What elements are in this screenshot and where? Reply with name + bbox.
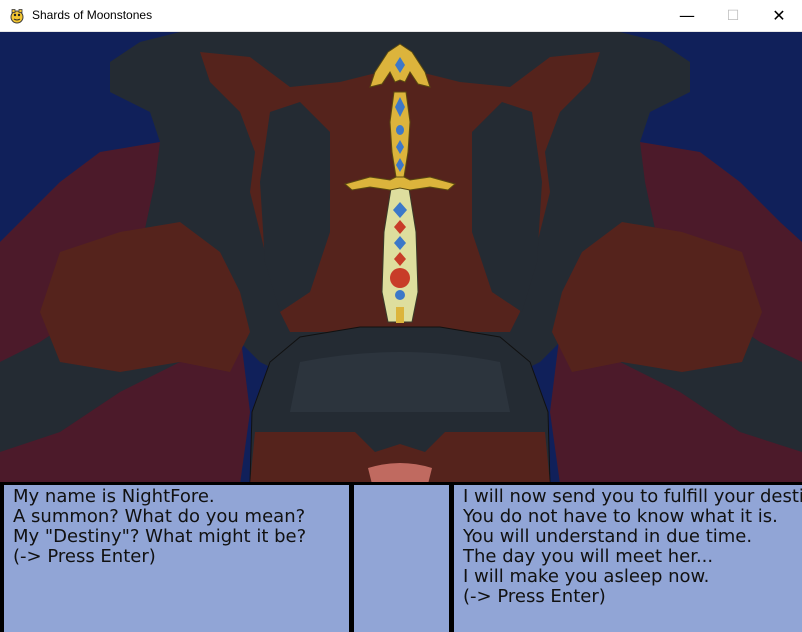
- maximize-icon: ☐: [726, 7, 740, 24]
- blade-gem-6: [395, 290, 405, 300]
- blade-gem-5: [390, 268, 410, 288]
- window-title: Shards of Moonstones: [32, 8, 153, 22]
- dialog-line: I will make you asleep now.: [463, 566, 710, 587]
- dialog-line: The day you will meet her...: [463, 546, 714, 567]
- title-bar[interactable]: Shards of Moonstones — ☐ ✕: [0, 0, 802, 32]
- dialog-line: (-> Press Enter): [13, 546, 156, 567]
- right-dialog-box: I will now send you to fulfill your dest…: [454, 485, 802, 632]
- left-dialog-box: My name is NightFore. A summon? What do …: [4, 485, 349, 632]
- game-scene[interactable]: [0, 32, 802, 484]
- minimize-button[interactable]: —: [664, 0, 710, 31]
- pygame-snake-icon: [10, 9, 24, 24]
- middle-dialog-box: [354, 485, 449, 632]
- dialog-line: You will understand in due time.: [463, 526, 753, 547]
- dialog-line: My "Destiny"? What might it be?: [13, 526, 307, 547]
- minimize-icon: —: [679, 6, 695, 25]
- right-dialog-text: I will now send you to fulfill your dest…: [463, 487, 802, 607]
- blade-tip-band: [396, 307, 404, 323]
- dialog-line: I will now send you to fulfill your dest…: [463, 486, 802, 507]
- sword-in-stone-icon: [0, 32, 802, 484]
- maximize-button[interactable]: ☐: [710, 0, 756, 31]
- close-icon: ✕: [772, 6, 786, 25]
- dialog-line: You do not have to know what it is.: [463, 506, 778, 527]
- left-dialog-text: My name is NightFore. A summon? What do …: [13, 487, 306, 567]
- dialog-area: My name is NightFore. A summon? What do …: [0, 482, 802, 632]
- dialog-line: My name is NightFore.: [13, 486, 215, 507]
- close-button[interactable]: ✕: [756, 0, 802, 31]
- base-notch: [368, 463, 432, 484]
- dialog-line: A summon? What do you mean?: [13, 506, 306, 527]
- dialog-line: (-> Press Enter): [463, 586, 606, 607]
- hilt-gem-2: [396, 125, 404, 135]
- game-window: Shards of Moonstones — ☐ ✕ My name is Ni…: [0, 0, 802, 632]
- boulder-shade: [290, 352, 510, 412]
